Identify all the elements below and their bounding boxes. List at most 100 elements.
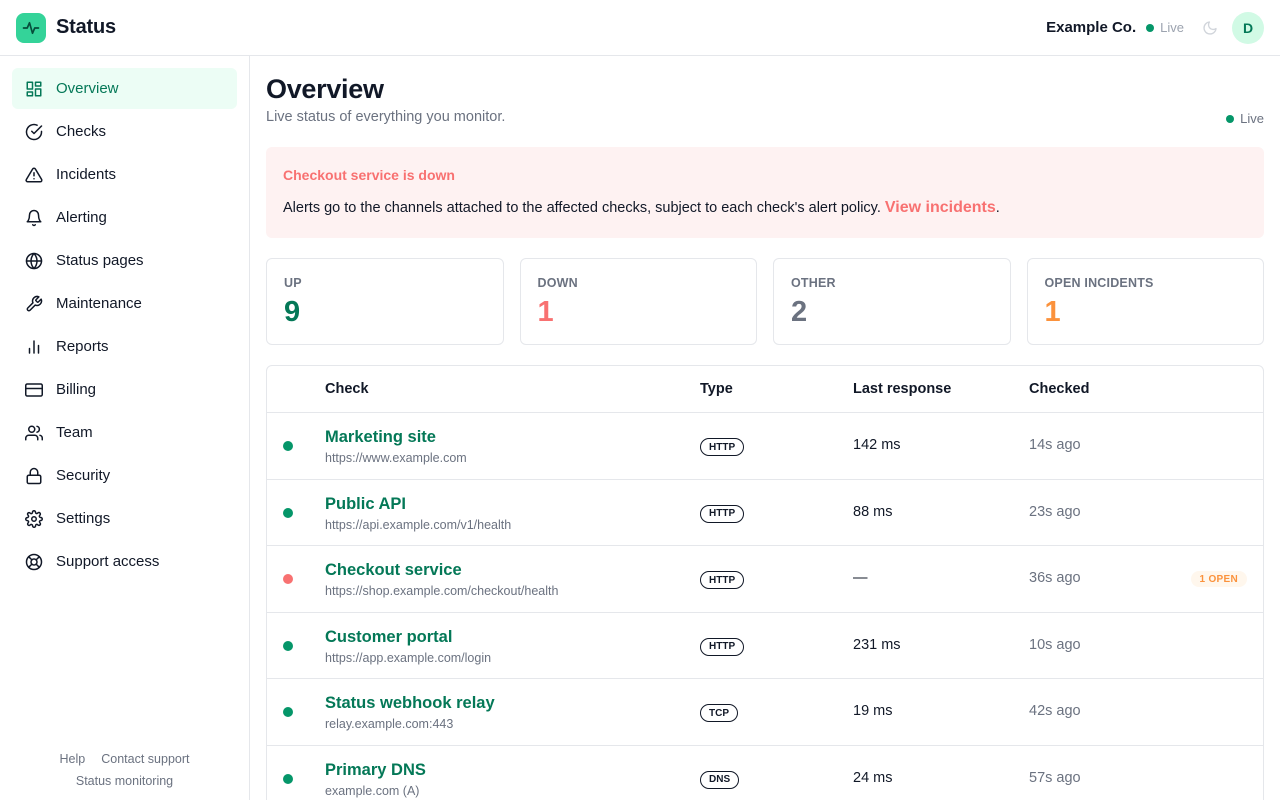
- sidebar-item-checks[interactable]: Checks: [12, 111, 237, 152]
- sidebar-item-status-pages[interactable]: Status pages: [12, 240, 237, 281]
- check-circle-icon: [24, 122, 44, 142]
- sidebar-nav: Overview Checks Incidents Alerting Statu…: [0, 56, 249, 582]
- stat-label: OPEN INCIDENTS: [1044, 276, 1154, 290]
- gear-icon: [24, 509, 44, 529]
- sidebar-item-label: Overview: [56, 80, 119, 97]
- lock-icon: [24, 466, 44, 486]
- stat-label: UP: [284, 276, 302, 290]
- credit-card-icon: [24, 380, 44, 400]
- stat-label: OTHER: [791, 276, 836, 290]
- incident-alert-banner: Checkout service is down Alerts go to th…: [266, 147, 1264, 238]
- sidebar-item-billing[interactable]: Billing: [12, 369, 237, 410]
- sidebar-item-label: Team: [56, 424, 93, 441]
- table-row[interactable]: Customer portal https://app.example.com/…: [267, 613, 1263, 680]
- stat-value: 1: [1044, 296, 1061, 328]
- last-response: 142 ms: [853, 437, 901, 453]
- status-dot: [283, 640, 293, 651]
- contact-support-link[interactable]: Contact support: [101, 752, 189, 766]
- check-name-link[interactable]: Checkout service: [325, 561, 462, 580]
- bar-chart-icon: [24, 337, 44, 357]
- sidebar-item-label: Support access: [56, 553, 160, 570]
- live-label: Live: [1160, 20, 1184, 35]
- table-row[interactable]: Status webhook relay relay.example.com:4…: [267, 679, 1263, 746]
- check-url: https://api.example.com/v1/health: [325, 517, 512, 532]
- sidebar-item-incidents[interactable]: Incidents: [12, 154, 237, 195]
- sidebar-item-team[interactable]: Team: [12, 412, 237, 453]
- live-indicator: Live: [1146, 20, 1184, 35]
- top-header: Status Example Co. Live D: [0, 0, 1280, 56]
- check-name-link[interactable]: Primary DNS: [325, 761, 426, 780]
- sidebar-item-settings[interactable]: Settings: [12, 498, 237, 539]
- checked-time: 42s ago: [1029, 703, 1081, 720]
- sidebar-item-reports[interactable]: Reports: [12, 326, 237, 367]
- type-badge: TCP: [700, 704, 738, 723]
- check-name-link[interactable]: Status webhook relay: [325, 694, 495, 713]
- last-response: 88 ms: [853, 503, 893, 520]
- view-incidents-link[interactable]: View incidents: [885, 199, 996, 216]
- sidebar-item-label: Settings: [56, 510, 111, 527]
- brand[interactable]: Status: [16, 12, 116, 43]
- column-header-checked[interactable]: Checked: [1029, 381, 1089, 397]
- help-link[interactable]: Help: [60, 752, 86, 766]
- check-name-link[interactable]: Marketing site: [325, 428, 436, 447]
- check-name-link[interactable]: Public API: [325, 495, 406, 514]
- check-name-link[interactable]: Customer portal: [325, 628, 452, 647]
- sidebar-item-maintenance[interactable]: Maintenance: [12, 283, 237, 324]
- sidebar-item-label: Incidents: [56, 166, 117, 183]
- sidebar-item-label: Alerting: [56, 209, 107, 226]
- sidebar-item-overview[interactable]: Overview: [12, 68, 237, 109]
- live-dot: [1146, 23, 1155, 32]
- page-title: Overview: [266, 74, 384, 104]
- status-dot: [283, 574, 293, 585]
- stat-value: 9: [284, 296, 301, 328]
- stats-row: UP 9 DOWN 1 OTHER 2 OPEN INCIDENTS 1: [266, 258, 1264, 345]
- main-content: Overview Live status of everything you m…: [266, 56, 1264, 800]
- org-switcher[interactable]: Example Co.: [1046, 19, 1136, 36]
- sidebar: Overview Checks Incidents Alerting Statu…: [0, 56, 250, 800]
- sidebar-item-label: Billing: [56, 381, 97, 398]
- column-header-type[interactable]: Type: [700, 381, 733, 397]
- sidebar-item-security[interactable]: Security: [12, 455, 237, 496]
- avatar[interactable]: D: [1232, 11, 1264, 44]
- checked-time: 57s ago: [1029, 769, 1081, 786]
- moon-icon[interactable]: [1198, 16, 1222, 40]
- checked-time: 14s ago: [1029, 437, 1081, 453]
- live-indicator: Live: [1226, 111, 1264, 126]
- column-header-last-response[interactable]: Last response: [853, 381, 951, 397]
- type-badge: HTTP: [700, 504, 745, 523]
- last-response: —: [853, 570, 868, 587]
- stat-card-open-incidents[interactable]: OPEN INCIDENTS 1: [1026, 258, 1264, 345]
- stat-card-other[interactable]: OTHER 2: [773, 258, 1011, 345]
- check-url: https://shop.example.com/checkout/health: [325, 584, 559, 599]
- last-response: 19 ms: [853, 703, 893, 720]
- alert-title: Checkout service is down: [283, 167, 455, 183]
- checked-time: 36s ago: [1029, 570, 1081, 587]
- stat-value: 1: [537, 296, 554, 328]
- checked-time: 10s ago: [1029, 636, 1081, 653]
- type-badge: HTTP: [700, 637, 745, 656]
- alert-body: Alerts go to the channels attached to th…: [283, 199, 1000, 217]
- table-row[interactable]: Primary DNS example.com (A) DNS 24 ms 57…: [267, 746, 1263, 800]
- wrench-icon: [24, 294, 44, 314]
- alert-body-text: Alerts go to the channels attached to th…: [283, 200, 881, 216]
- footer-tagline: Status monitoring: [75, 774, 174, 788]
- column-header-check[interactable]: Check: [325, 381, 369, 397]
- table-row[interactable]: Marketing site https://www.example.com H…: [267, 413, 1263, 480]
- check-url: relay.example.com:443: [325, 717, 454, 732]
- status-dot: [283, 707, 293, 718]
- sidebar-item-support-access[interactable]: Support access: [12, 541, 237, 582]
- stat-card-down[interactable]: DOWN 1: [519, 258, 757, 345]
- brand-name: Status: [56, 16, 116, 38]
- check-url: example.com (A): [325, 783, 420, 798]
- pulse-icon: [16, 12, 46, 43]
- sidebar-item-alerting[interactable]: Alerting: [12, 197, 237, 238]
- open-incident-badge[interactable]: 1 OPEN: [1190, 571, 1247, 588]
- type-badge: HTTP: [700, 571, 745, 590]
- stat-label: DOWN: [537, 276, 578, 290]
- sidebar-item-label: Status pages: [56, 252, 144, 269]
- type-badge: HTTP: [700, 438, 745, 456]
- table-row[interactable]: Checkout service https://shop.example.co…: [267, 546, 1263, 613]
- last-response: 24 ms: [853, 769, 893, 786]
- table-row[interactable]: Public API https://api.example.com/v1/he…: [267, 480, 1263, 547]
- stat-card-up[interactable]: UP 9: [266, 258, 504, 345]
